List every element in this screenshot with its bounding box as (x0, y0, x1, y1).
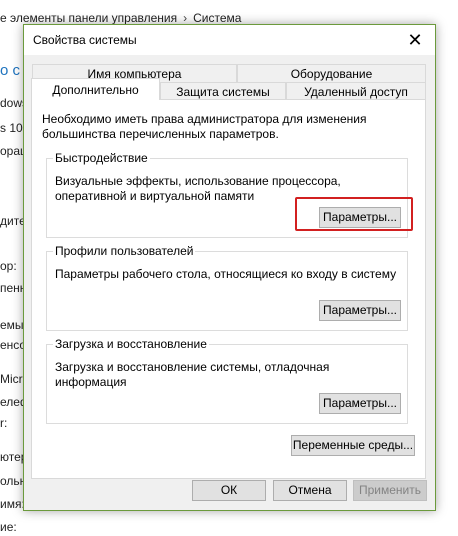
breadcrumb-item[interactable]: Система (193, 11, 241, 25)
breadcrumb-item[interactable]: е элементы панели управления (0, 11, 177, 25)
cancel-button[interactable]: Отмена (273, 480, 347, 501)
user-profiles-title: Профили пользователей (53, 244, 196, 259)
environment-variables-button[interactable]: Переменные среды... (291, 435, 415, 456)
dialog-titlebar[interactable]: Свойства системы ✕ (24, 25, 435, 55)
tab-system-protection[interactable]: Защита системы (160, 82, 286, 100)
highlight-box (295, 197, 413, 231)
close-icon[interactable]: ✕ (395, 25, 435, 55)
tab-remote[interactable]: Удаленный доступ (286, 82, 426, 100)
user-profiles-group: Профили пользователей Параметры рабочего… (46, 244, 408, 331)
admin-rights-note: Необходимо иметь права администратора дл… (42, 112, 367, 141)
background-heading: о с (0, 62, 21, 79)
advanced-tab-panel: Необходимо иметь права администратора дл… (31, 99, 426, 479)
tab-hardware[interactable]: Оборудование (237, 64, 426, 82)
background-text: Micr (0, 372, 23, 386)
background-text: дите (0, 214, 26, 228)
user-profiles-settings-button[interactable]: Параметры... (319, 300, 401, 321)
dialog-title: Свойства системы (33, 33, 137, 47)
startup-recovery-settings-button[interactable]: Параметры... (319, 393, 401, 414)
user-profiles-description: Параметры рабочего стола, относящиеся ко… (55, 267, 397, 281)
tab-advanced[interactable]: Дополнительно (31, 78, 160, 100)
startup-recovery-title: Загрузка и восстановление (53, 337, 209, 352)
chevron-right-icon: › (183, 11, 188, 25)
startup-recovery-group: Загрузка и восстановление Загрузка и вос… (46, 337, 408, 424)
apply-button[interactable]: Применить (353, 480, 427, 501)
system-properties-dialog: Свойства системы ✕ Имя компьютера Оборуд… (23, 24, 436, 511)
background-text: емы (0, 318, 24, 332)
ok-button[interactable]: ОК (192, 480, 266, 501)
background-text: ор: (0, 259, 17, 273)
background-text: имя: (0, 497, 25, 511)
background-text: r: (0, 416, 8, 430)
background-text: ие: (0, 520, 17, 534)
startup-recovery-description: Загрузка и восстановление системы, отлад… (55, 360, 330, 389)
performance-title: Быстродействие (53, 151, 150, 166)
